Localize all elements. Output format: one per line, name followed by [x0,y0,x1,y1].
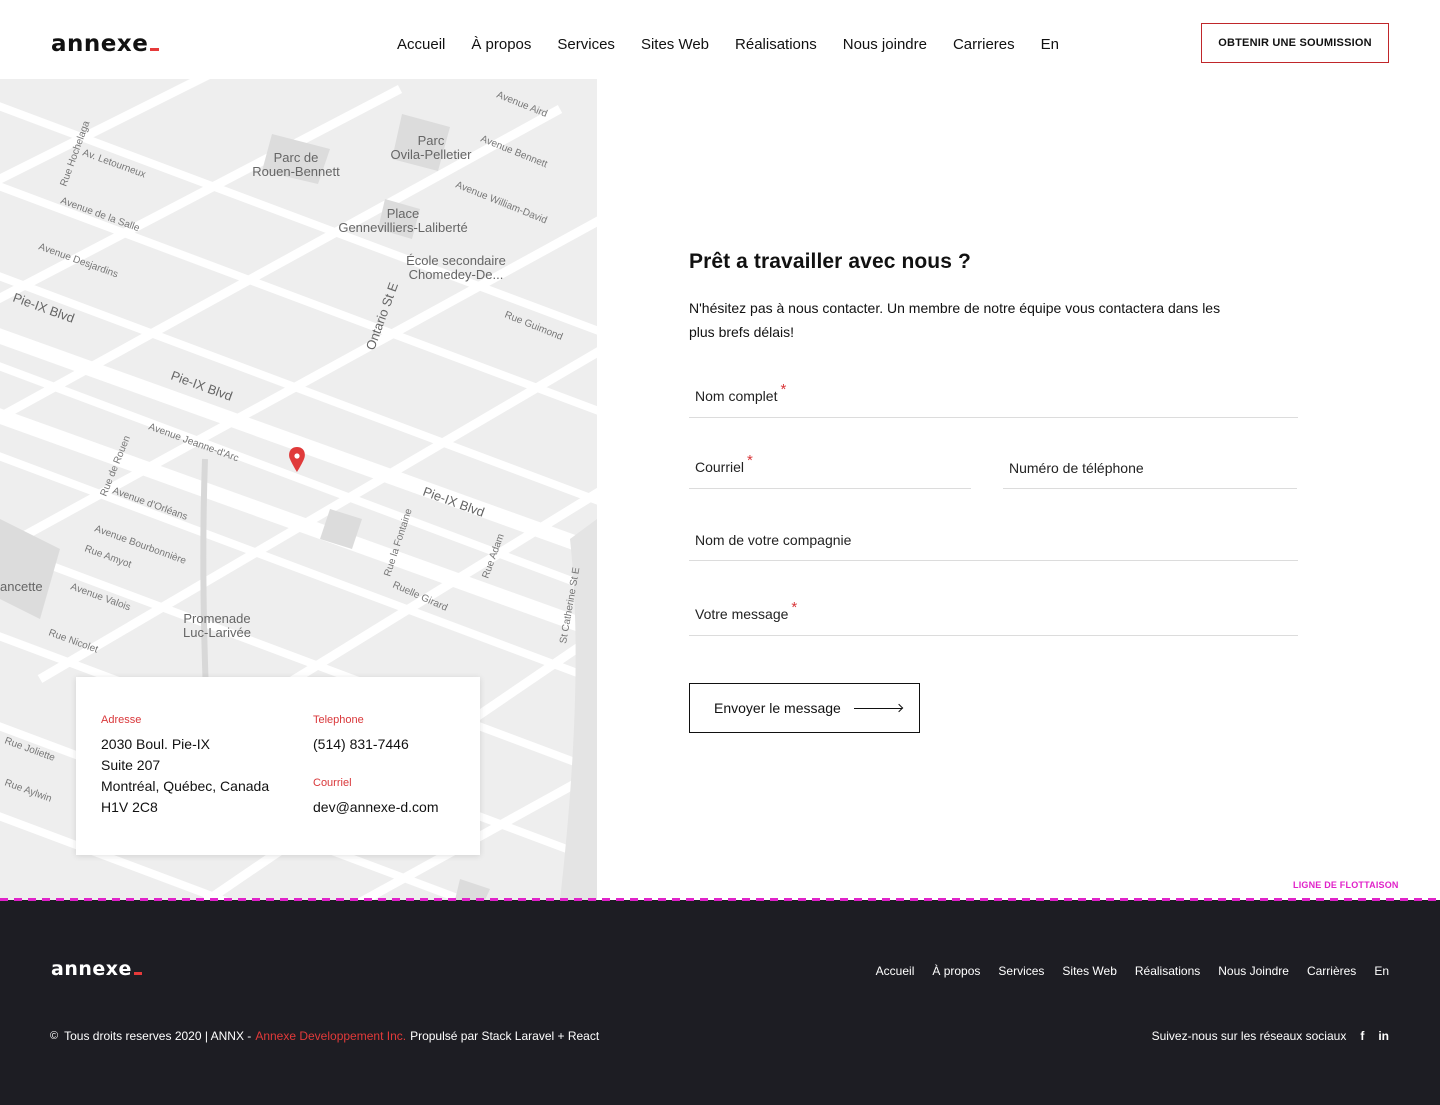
footer-nav-accueil[interactable]: Accueil [876,964,915,978]
place-label: Parc de [274,150,319,165]
place-label: Parc [418,133,445,148]
required-mark: * [780,381,787,398]
nav-sites-web[interactable]: Sites Web [641,36,709,53]
address-line: H1V 2C8 [101,799,158,815]
address-line: Suite 207 [101,757,161,773]
company-field[interactable]: Nom de votre compagnie [689,515,1298,561]
map[interactable]: Parc de Rouen-Bennett Parc Ovila-Pelleti… [0,79,597,900]
email-label: Courriel * [695,452,753,475]
place-label: Luc-Larivée [183,625,251,640]
email-label: Courriel [313,777,352,789]
full-name-label: Nom complet * [695,381,787,404]
powered-by-text: Propulsé par Stack Laravel + React [410,1029,600,1043]
facebook-icon[interactable]: f [1360,1029,1364,1043]
social-links: Suivez-nous sur les réseaux sociaux f in [1152,1029,1389,1043]
site-footer: annexe Accueil À propos Services Sites W… [0,900,1440,1105]
place-label: Promenade [183,611,250,626]
footer-nav: Accueil À propos Services Sites Web Réal… [858,964,1389,978]
arrow-right-icon [853,707,902,709]
footer-nav-carrieres[interactable]: Carrières [1307,964,1356,978]
street-label: Rue Aylwin [3,777,53,804]
copyright-text: Tous droits reserves 2020 | ANNX - [64,1029,252,1043]
place-label: Rouen-Bennett [252,164,340,179]
full-name-field[interactable]: Nom complet * [689,372,1298,418]
send-message-label: Envoyer le message [714,700,841,716]
footer-nav-realisations[interactable]: Réalisations [1135,964,1200,978]
place-label: Ovila-Pelletier [391,147,473,162]
copyright: © Tous droits reserves 2020 | ANNX - Ann… [50,1029,599,1043]
street-label: Rue Amyot [83,543,133,570]
footer-nav-services[interactable]: Services [998,964,1044,978]
required-mark: * [747,452,753,469]
phone-label: Telephone [313,714,364,726]
footer-nav-a-propos[interactable]: À propos [932,964,980,978]
company-link[interactable]: Annexe Developpement Inc. [255,1029,406,1043]
street-label: Avenue Aird [495,90,549,120]
form-lead: N'hésitez pas à nous contacter. Un membr… [689,300,1221,340]
phone-value[interactable]: (514) 831-7446 [313,734,439,755]
place-label: École secondaire [406,253,506,268]
nav-carrieres[interactable]: Carrieres [953,36,1015,53]
phone-label: Numéro de téléphone [1009,460,1144,476]
logo-accent-dash [133,972,142,975]
fold-line [0,898,1440,901]
message-field[interactable]: Votre message * [689,590,1298,636]
place-label: Gennevilliers-Laliberté [338,220,467,235]
address-block: Adresse 2030 Boul. Pie-IX Suite 207 Mont… [101,714,269,818]
email-field[interactable]: Courriel * [689,443,971,489]
address-label: Adresse [101,714,142,726]
place-label: ancette [0,579,43,594]
logo-accent-dash [150,48,160,51]
street-label: Pie-IX Blvd [421,484,487,520]
footer-nav-language-toggle[interactable]: En [1374,964,1389,978]
copyright-icon: © [50,1030,59,1042]
company-label: Nom de votre compagnie [695,532,852,548]
footer-nav-nous-joindre[interactable]: Nous Joindre [1218,964,1289,978]
email-value[interactable]: dev@annexe-d.com [313,797,439,818]
place-label: Place [387,206,420,221]
nav-a-propos[interactable]: À propos [471,36,531,53]
message-label: Votre message * [695,599,798,622]
form-title: Prêt a travailler avec nous ? [689,250,971,273]
nav-realisations[interactable]: Réalisations [735,36,817,53]
main-nav: Accueil À propos Services Sites Web Réal… [397,36,1085,53]
send-message-button[interactable]: Envoyer le message [689,683,920,733]
quote-button[interactable]: OBTENIR UNE SOUMISSION [1201,23,1389,63]
required-mark: * [791,599,798,616]
place-label: Chomedey-De... [409,267,504,282]
site-header: annexe Accueil À propos Services Sites W… [0,0,1440,80]
nav-language-toggle[interactable]: En [1041,36,1059,53]
fold-label: LIGNE DE FLOTTAISON [1293,880,1399,890]
address-line: 2030 Boul. Pie-IX [101,736,210,752]
footer-nav-sites-web[interactable]: Sites Web [1062,964,1116,978]
contact-form: Prêt a travailler avec nous ? N'hésitez … [689,250,1299,733]
nav-accueil[interactable]: Accueil [397,36,445,53]
linkedin-icon[interactable]: in [1378,1029,1389,1043]
address-line: Montréal, Québec, Canada [101,778,270,794]
street-label: Rue Nicolet [47,627,100,655]
phone-field[interactable]: Numéro de téléphone [1003,443,1297,489]
logo[interactable]: annexe [51,31,160,57]
social-text: Suivez-nous sur les réseaux sociaux [1151,1029,1347,1043]
phone-email-block: Telephone (514) 831-7446 Courriel dev@an… [313,714,439,818]
nav-nous-joindre[interactable]: Nous joindre [843,36,927,53]
contact-info-card: Adresse 2030 Boul. Pie-IX Suite 207 Mont… [76,677,480,855]
street-label: Avenue William-David [454,180,549,227]
footer-logo[interactable]: annexe [51,958,142,980]
nav-services[interactable]: Services [557,36,615,53]
location-pin-icon[interactable] [289,447,305,472]
